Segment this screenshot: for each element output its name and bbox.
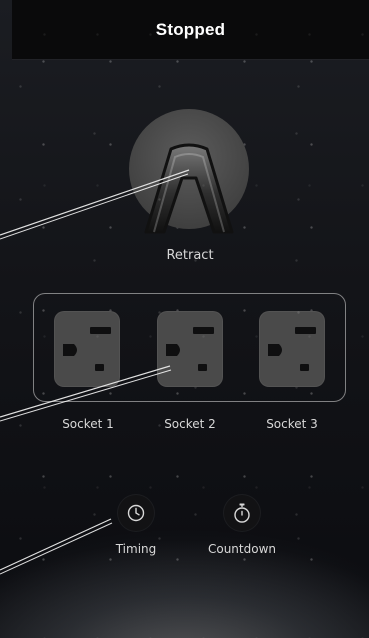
page-title: Stopped [155,19,226,39]
socket-panel [33,293,346,402]
clock-icon [127,504,145,522]
socket-3-button[interactable] [259,311,325,387]
retract-arch-icon [129,109,249,234]
socket-2-button[interactable] [157,311,223,387]
timing-label: Timing [115,542,157,556]
retract-button[interactable] [124,108,254,238]
status-header: Stopped [12,0,369,59]
stopwatch-icon [234,503,250,523]
retract-label: Retract [166,248,214,263]
timing-button[interactable] [118,495,154,531]
callout-pointer-lines [0,169,190,575]
outlet-icon [166,327,214,371]
socket-1-label: Socket 1 [62,417,114,431]
socket-3-label: Socket 3 [266,417,318,431]
countdown-label: Countdown [207,542,276,556]
outlet-icon [268,327,316,371]
outlet-icon [63,327,111,371]
socket-1-button[interactable] [54,311,120,387]
socket-2-label: Socket 2 [164,417,216,431]
app-screen: Stopped Retract Socket 1 Socket 2 Socket… [0,0,369,638]
countdown-button[interactable] [224,495,260,531]
